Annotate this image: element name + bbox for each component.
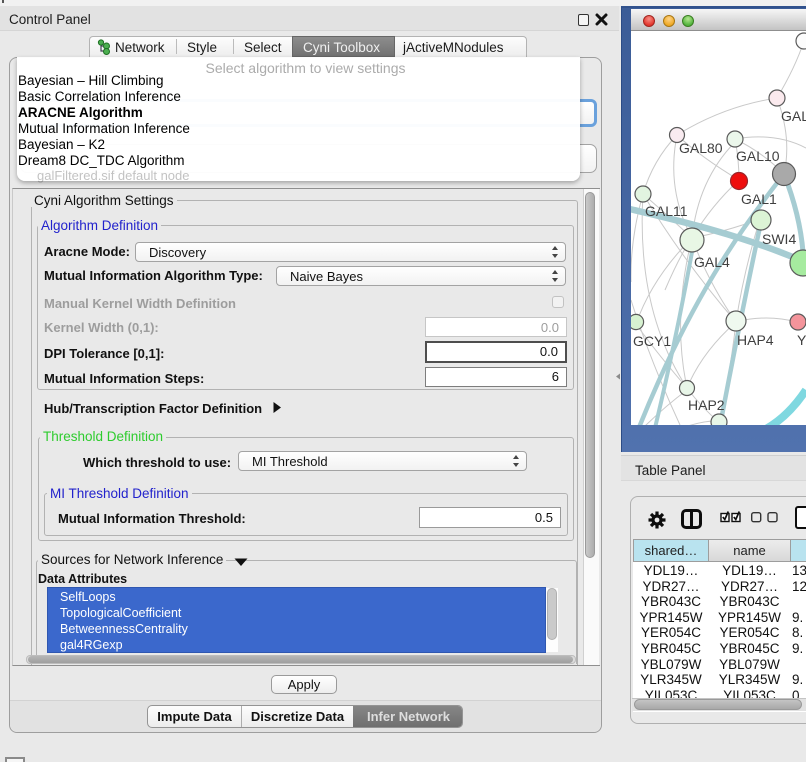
svg-text:GAL4: GAL4 [694, 254, 730, 270]
svg-text:GCY1: GCY1 [633, 333, 671, 349]
svg-text:GAL80: GAL80 [679, 140, 723, 156]
svg-text:GAL7: GAL7 [781, 108, 806, 124]
svg-text:HAP4: HAP4 [737, 332, 774, 348]
svg-text:Y: Y [797, 332, 806, 348]
svg-text:GAL10: GAL10 [736, 148, 780, 164]
svg-text:SWI4: SWI4 [762, 231, 796, 247]
svg-text:HAP2: HAP2 [688, 397, 725, 413]
svg-text:GAL11: GAL11 [645, 203, 688, 219]
svg-text:GAL1: GAL1 [741, 191, 777, 207]
